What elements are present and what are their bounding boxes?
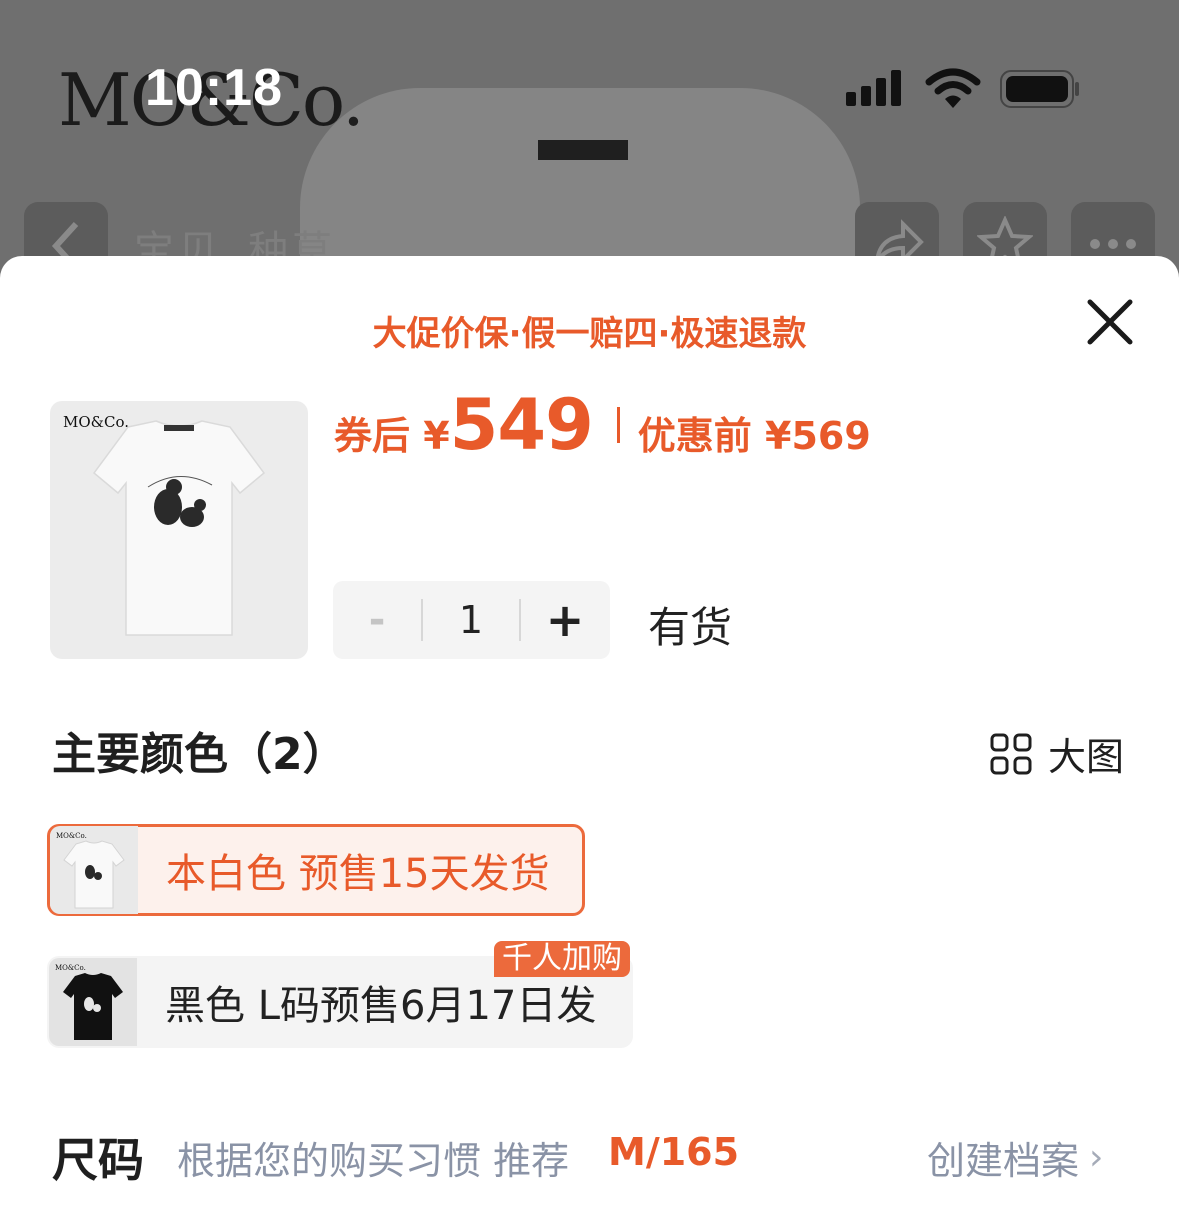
quantity-stepper: - 1 +	[333, 581, 610, 659]
background-product-page: MO&Co. 10:18 宝贝 种草	[0, 0, 1179, 290]
wifi-icon	[925, 68, 981, 108]
after-coupon-price: 549	[449, 384, 594, 466]
original-price: 优惠前 ¥569	[637, 414, 871, 458]
cellular-signal-icon	[846, 70, 906, 106]
tshirt-black-image: MO&Co.	[55, 964, 123, 1040]
color-option-white[interactable]: MO&Co. 本白色 预售15天发货	[47, 824, 585, 916]
tshirt-white-image: MO&Co.	[56, 832, 125, 909]
size-section-title: 尺码	[52, 1133, 144, 1187]
create-profile-link[interactable]: 创建档案 ›	[927, 1130, 1103, 1185]
increase-button[interactable]: +	[521, 593, 609, 647]
after-coupon-label: 券后 ¥	[334, 414, 450, 458]
status-time: 10:18	[145, 59, 283, 117]
size-recommend-hint: 根据您的购买习惯 推荐	[177, 1139, 570, 1183]
color-swatch-white: MO&Co.	[50, 826, 138, 914]
background-collar	[538, 140, 628, 160]
decrease-button[interactable]: -	[333, 597, 421, 643]
colors-section-title: 主要颜色（2）	[52, 729, 347, 780]
close-icon[interactable]	[1082, 294, 1138, 350]
chevron-right-icon: ›	[1089, 1137, 1104, 1178]
color-swatch-black: MO&Co.	[49, 958, 137, 1046]
popular-badge: 千人加购	[494, 941, 630, 977]
quantity-value[interactable]: 1	[423, 598, 519, 642]
price-row: 券后 ¥ 549 优惠前 ¥569	[334, 384, 871, 466]
big-image-label: 大图	[1048, 735, 1125, 779]
size-recommended-value: M/165	[608, 1130, 740, 1174]
svg-text:MO&Co.: MO&Co.	[55, 964, 86, 972]
price-divider	[616, 407, 620, 443]
svg-text:MO&Co.: MO&Co.	[56, 832, 87, 840]
promo-banner: 大促价保·假一赔四·极速退款	[372, 314, 807, 354]
stock-status: 有货	[648, 603, 733, 652]
battery-icon	[1000, 70, 1079, 108]
color-option-black-label: 黑色 L码预售6月17日发	[165, 983, 597, 1029]
color-option-white-label: 本白色 预售15天发货	[166, 851, 550, 897]
sku-selector-sheet: 大促价保·假一赔四·极速退款 MO&Co. 券后 ¥ 549 优惠前 ¥569 …	[0, 256, 1179, 1214]
big-image-button[interactable]: 大图	[990, 726, 1124, 781]
tshirt-image	[92, 420, 266, 636]
grid-icon	[990, 733, 1032, 774]
product-thumbnail[interactable]: MO&Co.	[50, 401, 308, 659]
create-profile-label: 创建档案	[927, 1139, 1080, 1183]
